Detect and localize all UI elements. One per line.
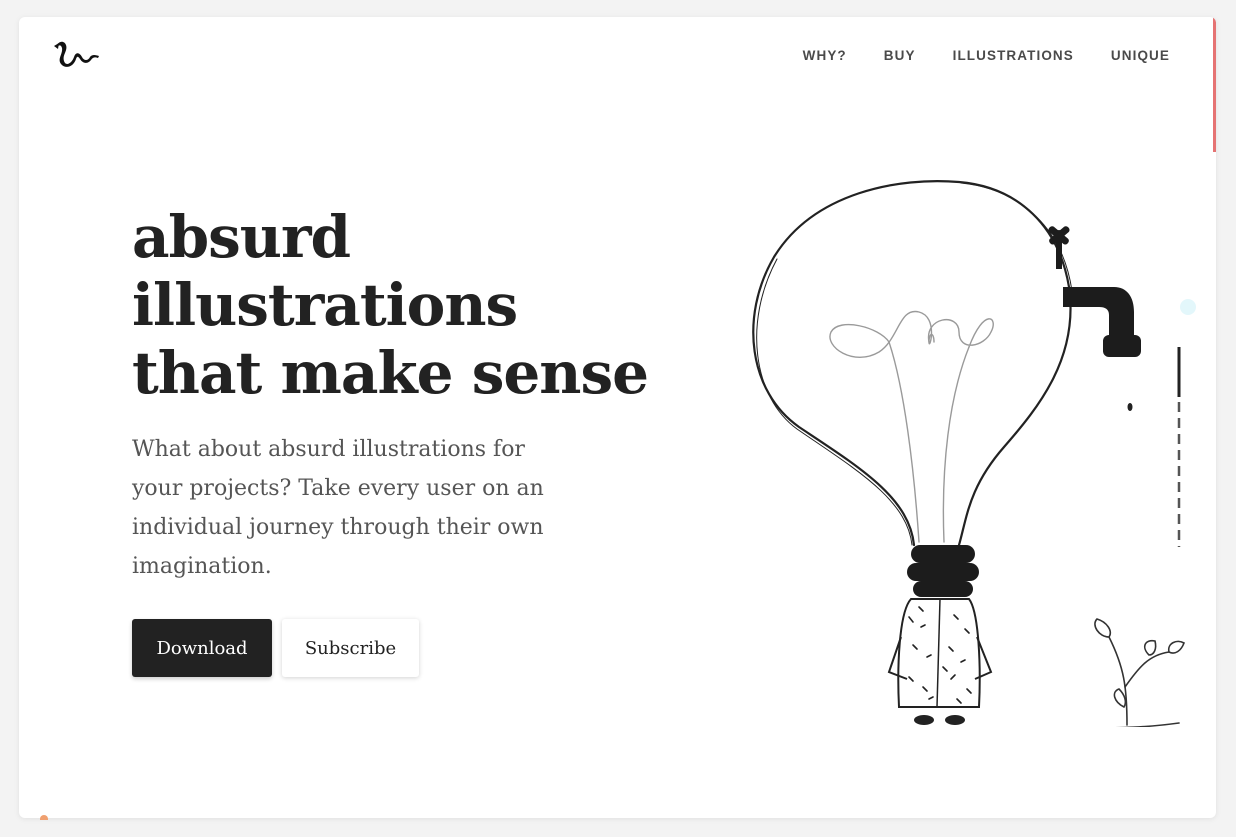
person-coat — [887, 598, 993, 708]
lightbulb-illustration — [752, 180, 1196, 727]
faucet-icon — [1048, 226, 1141, 411]
main-nav: WHY? BUY ILLUSTRATIONS UNIQUE — [803, 48, 1170, 63]
scroll-indicator[interactable] — [1213, 17, 1216, 152]
nav-illustrations[interactable]: ILLUSTRATIONS — [953, 48, 1074, 63]
nav-unique[interactable]: UNIQUE — [1111, 48, 1170, 63]
bulb-collar — [907, 545, 979, 597]
person-shoes — [914, 715, 965, 725]
nav-buy[interactable]: BUY — [884, 48, 916, 63]
corner-mark — [40, 815, 48, 820]
hero-description: What about absurd illustrations for your… — [132, 437, 544, 579]
lightbulb-icon — [752, 180, 1073, 547]
hero-title-line-2: illustrations — [132, 271, 518, 339]
subscribe-button[interactable]: Subscribe — [282, 619, 419, 677]
plant-icon — [1094, 618, 1185, 726]
hero-title-line-3: that make sense — [132, 339, 649, 407]
nav-why[interactable]: WHY? — [803, 48, 847, 63]
hero-title-line-1: absurd — [132, 203, 351, 271]
logo-icon[interactable] — [52, 37, 102, 69]
browser-window: WHY? BUY ILLUSTRATIONS UNIQUE absurd ill… — [19, 17, 1216, 818]
download-button[interactable]: Download — [132, 619, 272, 677]
hero-title: absurd illustrations that make sense — [132, 203, 652, 407]
